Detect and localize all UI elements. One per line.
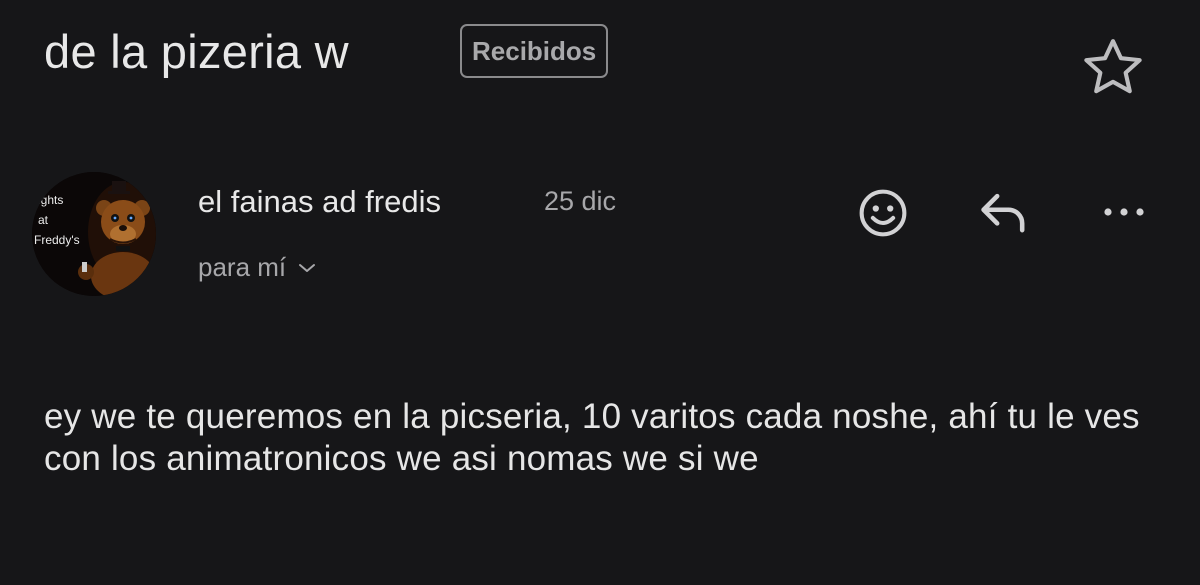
- emoji-reaction-button[interactable]: [852, 182, 914, 244]
- chevron-down-icon: [299, 263, 316, 272]
- reply-button[interactable]: [972, 184, 1036, 240]
- more-options-button[interactable]: [1094, 192, 1154, 232]
- sender-name[interactable]: el fainas ad fredis: [198, 184, 441, 220]
- star-outline-icon: [1084, 39, 1142, 94]
- sender-avatar[interactable]: ights at Freddy's: [32, 172, 156, 296]
- email-view: de la pizeria w Recibidos ights at Fredd…: [0, 0, 1200, 585]
- reply-icon: [981, 193, 1025, 233]
- more-horizontal-icon: [1104, 208, 1144, 216]
- message-date: 25 dic: [544, 186, 617, 216]
- emoji-reaction-icon: [859, 189, 907, 237]
- message-body: ey we te queremos en la picseria, 10 var…: [44, 397, 1140, 478]
- recipient-label: para mí: [198, 252, 287, 282]
- avatar-text-line: Freddy's: [34, 233, 80, 247]
- recipient-toggle[interactable]: para mí: [198, 252, 316, 283]
- inbox-label-chip[interactable]: Recibidos: [460, 24, 609, 78]
- avatar-text-line: ights: [38, 193, 63, 207]
- email-subject: de la pizeria w: [44, 25, 349, 78]
- fnaf-poster-image: ights at Freddy's: [32, 172, 156, 296]
- star-button[interactable]: [1080, 34, 1146, 100]
- avatar-text-line: at: [38, 213, 49, 227]
